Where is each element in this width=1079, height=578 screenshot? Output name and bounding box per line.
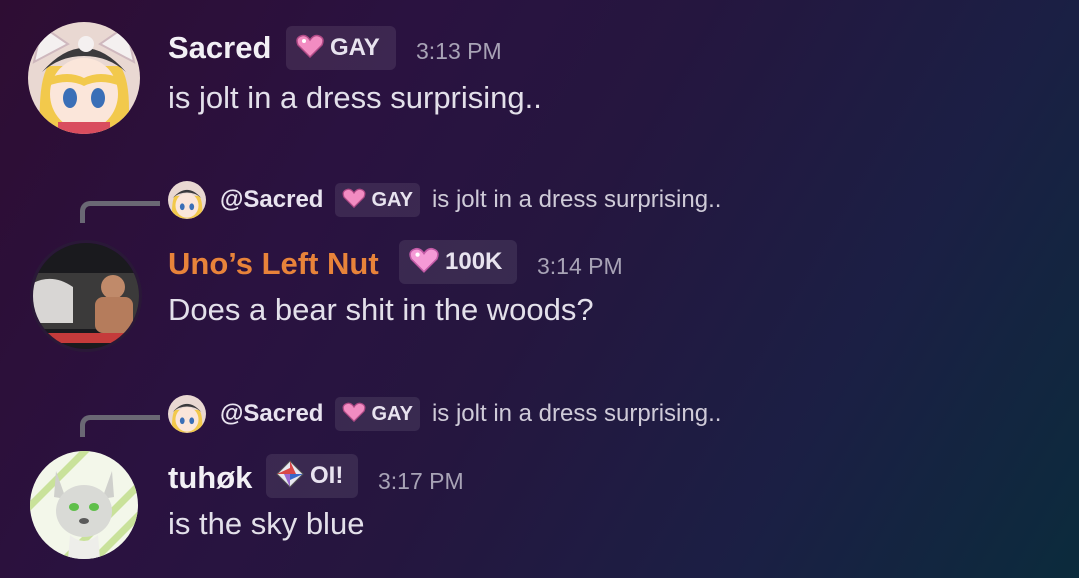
- furry-avatar-icon: [30, 451, 138, 559]
- reply-mention[interactable]: @Sacred: [220, 400, 323, 428]
- message-content: is jolt in a dress surprising..: [168, 80, 542, 115]
- diamond-compass-icon: [276, 459, 304, 493]
- message-content: Does a bear shit in the woods?: [168, 292, 594, 327]
- avatar-sacred[interactable]: [28, 22, 140, 134]
- message-item: Sacred GAY 3:13 PM is jolt in a dress su…: [0, 0, 1079, 160]
- role-tag[interactable]: 100K: [399, 240, 517, 284]
- role-tag-label: GAY: [330, 34, 380, 61]
- username[interactable]: tuhøk: [168, 460, 252, 496]
- reply-preview-text[interactable]: is jolt in a dress surprising..: [432, 400, 721, 428]
- anime-avatar-icon: [28, 22, 140, 134]
- avatar-unos-left-nut[interactable]: [30, 240, 142, 352]
- timestamp[interactable]: 3:14 PM: [537, 253, 623, 280]
- pink-heart-icon: [296, 34, 324, 63]
- reply-spine: [80, 201, 160, 223]
- timestamp[interactable]: 3:13 PM: [416, 38, 502, 65]
- role-tag-label: OI!: [310, 462, 344, 489]
- message-content: is the sky blue: [168, 506, 365, 541]
- heart-icon: [409, 247, 439, 278]
- reply-role-tag: GAY: [335, 397, 420, 431]
- pink-heart-icon: [342, 402, 366, 427]
- reply-role-tag-label: GAY: [371, 188, 413, 211]
- role-tag[interactable]: GAY: [286, 26, 396, 70]
- photo-avatar-icon: [33, 243, 139, 349]
- reply-role-tag-label: GAY: [371, 402, 413, 425]
- reply-avatar[interactable]: [168, 181, 206, 219]
- username[interactable]: Uno’s Left Nut: [168, 246, 379, 282]
- message-item: @Sacred GAY is jolt in a dress surprisin…: [0, 375, 1079, 578]
- reply-preview[interactable]: @Sacred GAY is jolt in a dress surprisin…: [168, 394, 721, 434]
- username[interactable]: Sacred: [168, 30, 271, 66]
- reply-preview[interactable]: @Sacred GAY is jolt in a dress surprisin…: [168, 180, 721, 220]
- reply-spine: [80, 415, 160, 437]
- role-tag[interactable]: OI!: [266, 454, 358, 498]
- avatar-tuhok[interactable]: [30, 451, 138, 559]
- message-item: @Sacred GAY is jolt in a dress surprisin…: [0, 160, 1079, 370]
- role-tag-label: 100K: [445, 248, 503, 275]
- reply-mention[interactable]: @Sacred: [220, 186, 323, 214]
- reply-avatar[interactable]: [168, 395, 206, 433]
- timestamp[interactable]: 3:17 PM: [378, 468, 464, 495]
- reply-role-tag: GAY: [335, 183, 420, 217]
- reply-preview-text[interactable]: is jolt in a dress surprising..: [432, 186, 721, 214]
- pink-heart-icon: [342, 188, 366, 213]
